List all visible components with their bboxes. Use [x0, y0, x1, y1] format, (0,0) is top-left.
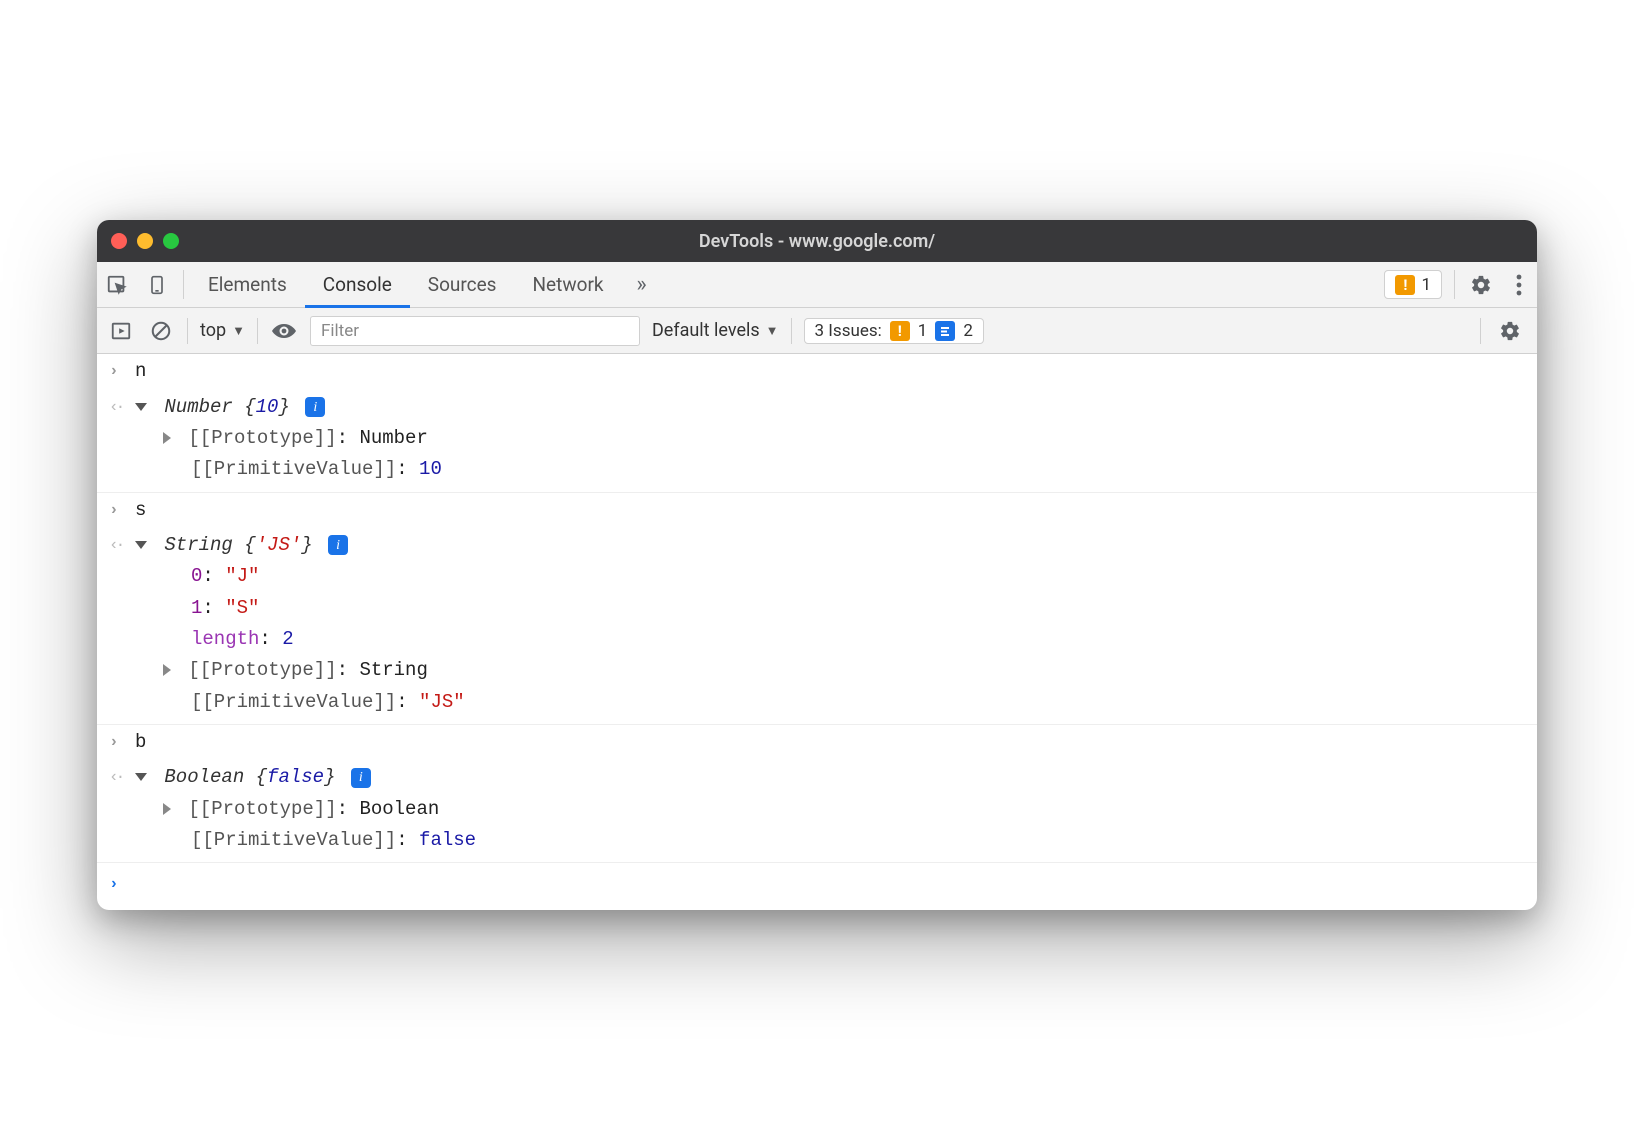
console-settings-icon[interactable] [1493, 317, 1527, 345]
inspect-element-icon[interactable] [97, 262, 137, 307]
console-output-row[interactable]: Boolean {false} i [[Prototype]]: Boolean… [97, 760, 1537, 858]
object-class: Number [164, 396, 232, 418]
live-expression-icon[interactable] [270, 317, 298, 345]
console-toolbar: top ▼ Filter Default levels ▼ 3 Issues: … [97, 308, 1537, 354]
info-icon [935, 321, 955, 341]
prototype-label: [[Prototype]] [188, 427, 336, 449]
warning-count: 1 [1421, 275, 1431, 295]
length-label: length [191, 628, 259, 650]
primitive-value: 10 [419, 458, 442, 480]
index-value: "J" [225, 565, 259, 587]
input-marker-icon [105, 727, 135, 757]
console-input-row[interactable]: n [97, 354, 1537, 389]
expand-toggle-icon[interactable] [163, 664, 171, 676]
filter-placeholder: Filter [321, 321, 359, 341]
warning-icon: ! [890, 321, 910, 341]
primitive-label: [[PrimitiveValue]] [191, 829, 396, 851]
info-badge-icon[interactable]: i [351, 768, 371, 788]
input-expression: n [135, 356, 1525, 387]
maximize-window-button[interactable] [163, 233, 179, 249]
prototype-label: [[Prototype]] [188, 798, 336, 820]
primitive-value: "JS" [419, 691, 465, 713]
clear-console-icon[interactable] [147, 317, 175, 345]
object-preview: 'JS' [256, 534, 302, 556]
prototype-value: String [359, 659, 427, 681]
object-class: Boolean [164, 766, 244, 788]
prompt-marker-icon [105, 869, 135, 899]
output-marker-icon [105, 762, 135, 792]
toolbar-separator [1454, 270, 1455, 299]
context-label: top [200, 320, 226, 341]
titlebar: DevTools - www.google.com/ [97, 220, 1537, 262]
input-expression: b [135, 727, 1525, 758]
prototype-value: Number [359, 427, 427, 449]
primitive-label: [[PrimitiveValue]] [191, 458, 396, 480]
close-window-button[interactable] [111, 233, 127, 249]
input-marker-icon [105, 356, 135, 386]
context-selector[interactable]: top ▼ [200, 320, 245, 341]
levels-label: Default levels [652, 320, 760, 341]
issues-label: 3 Issues: [815, 321, 882, 341]
index-key: 1 [191, 597, 202, 619]
length-value: 2 [282, 628, 293, 650]
kebab-menu-icon[interactable] [1501, 262, 1537, 307]
info-badge-icon[interactable]: i [328, 535, 348, 555]
console-prompt[interactable] [97, 863, 1537, 909]
tab-sources[interactable]: Sources [410, 262, 515, 307]
output-marker-icon [105, 530, 135, 560]
console-entry: b Boolean {false} i [[Prototype]]: Boole… [97, 725, 1537, 863]
console-output: n Number {10} i [[Prototype]]: Number [[… [97, 354, 1537, 910]
filter-input[interactable]: Filter [310, 316, 640, 346]
input-marker-icon [105, 495, 135, 525]
toolbar-separator [1480, 318, 1481, 344]
tab-elements[interactable]: Elements [190, 262, 305, 307]
tab-network[interactable]: Network [514, 262, 621, 307]
console-output-row[interactable]: Number {10} i [[Prototype]]: Number [[Pr… [97, 390, 1537, 488]
chevron-down-icon: ▼ [232, 323, 245, 339]
warnings-badge[interactable]: ! 1 [1384, 270, 1442, 299]
issues-badge[interactable]: 3 Issues: ! 1 2 [804, 318, 984, 344]
expand-toggle-icon[interactable] [135, 773, 147, 781]
devtools-window: DevTools - www.google.com/ Elements Cons… [97, 220, 1537, 910]
log-levels-selector[interactable]: Default levels ▼ [652, 320, 779, 341]
output-marker-icon [105, 392, 135, 422]
console-input-row[interactable]: s [97, 493, 1537, 528]
settings-icon[interactable] [1461, 262, 1501, 307]
main-tabstrip: Elements Console Sources Network » ! 1 [97, 262, 1537, 308]
issues-info-count: 2 [963, 321, 973, 341]
prototype-label: [[Prototype]] [188, 659, 336, 681]
console-input-row[interactable]: b [97, 725, 1537, 760]
object-class: String [164, 534, 232, 556]
input-expression: s [135, 495, 1525, 526]
toolbar-separator [791, 318, 792, 344]
console-output-row[interactable]: String {'JS'} i 0: "J" 1: "S" length: 2 … [97, 528, 1537, 720]
object-preview: false [267, 766, 324, 788]
object-preview: 10 [256, 396, 279, 418]
issues-warn-count: 1 [918, 321, 928, 341]
warning-icon: ! [1395, 275, 1415, 295]
console-entry: n Number {10} i [[Prototype]]: Number [[… [97, 354, 1537, 492]
expand-toggle-icon[interactable] [163, 432, 171, 444]
toolbar-separator [183, 270, 184, 299]
toolbar-separator [257, 318, 258, 344]
console-sidebar-toggle-icon[interactable] [107, 317, 135, 345]
index-key: 0 [191, 565, 202, 587]
primitive-label: [[PrimitiveValue]] [191, 691, 396, 713]
tab-console[interactable]: Console [305, 262, 410, 307]
minimize-window-button[interactable] [137, 233, 153, 249]
device-toggle-icon[interactable] [137, 262, 177, 307]
chevron-down-icon: ▼ [766, 323, 779, 339]
info-badge-icon[interactable]: i [305, 397, 325, 417]
more-tabs-icon[interactable]: » [622, 262, 662, 307]
index-value: "S" [225, 597, 259, 619]
window-controls [111, 233, 179, 249]
console-entry: s String {'JS'} i 0: "J" 1: "S" len [97, 493, 1537, 725]
primitive-value: false [419, 829, 476, 851]
expand-toggle-icon[interactable] [135, 403, 147, 411]
expand-toggle-icon[interactable] [163, 803, 171, 815]
toolbar-separator [187, 318, 188, 344]
window-title: DevTools - www.google.com/ [97, 231, 1537, 252]
prototype-value: Boolean [359, 798, 439, 820]
expand-toggle-icon[interactable] [135, 541, 147, 549]
